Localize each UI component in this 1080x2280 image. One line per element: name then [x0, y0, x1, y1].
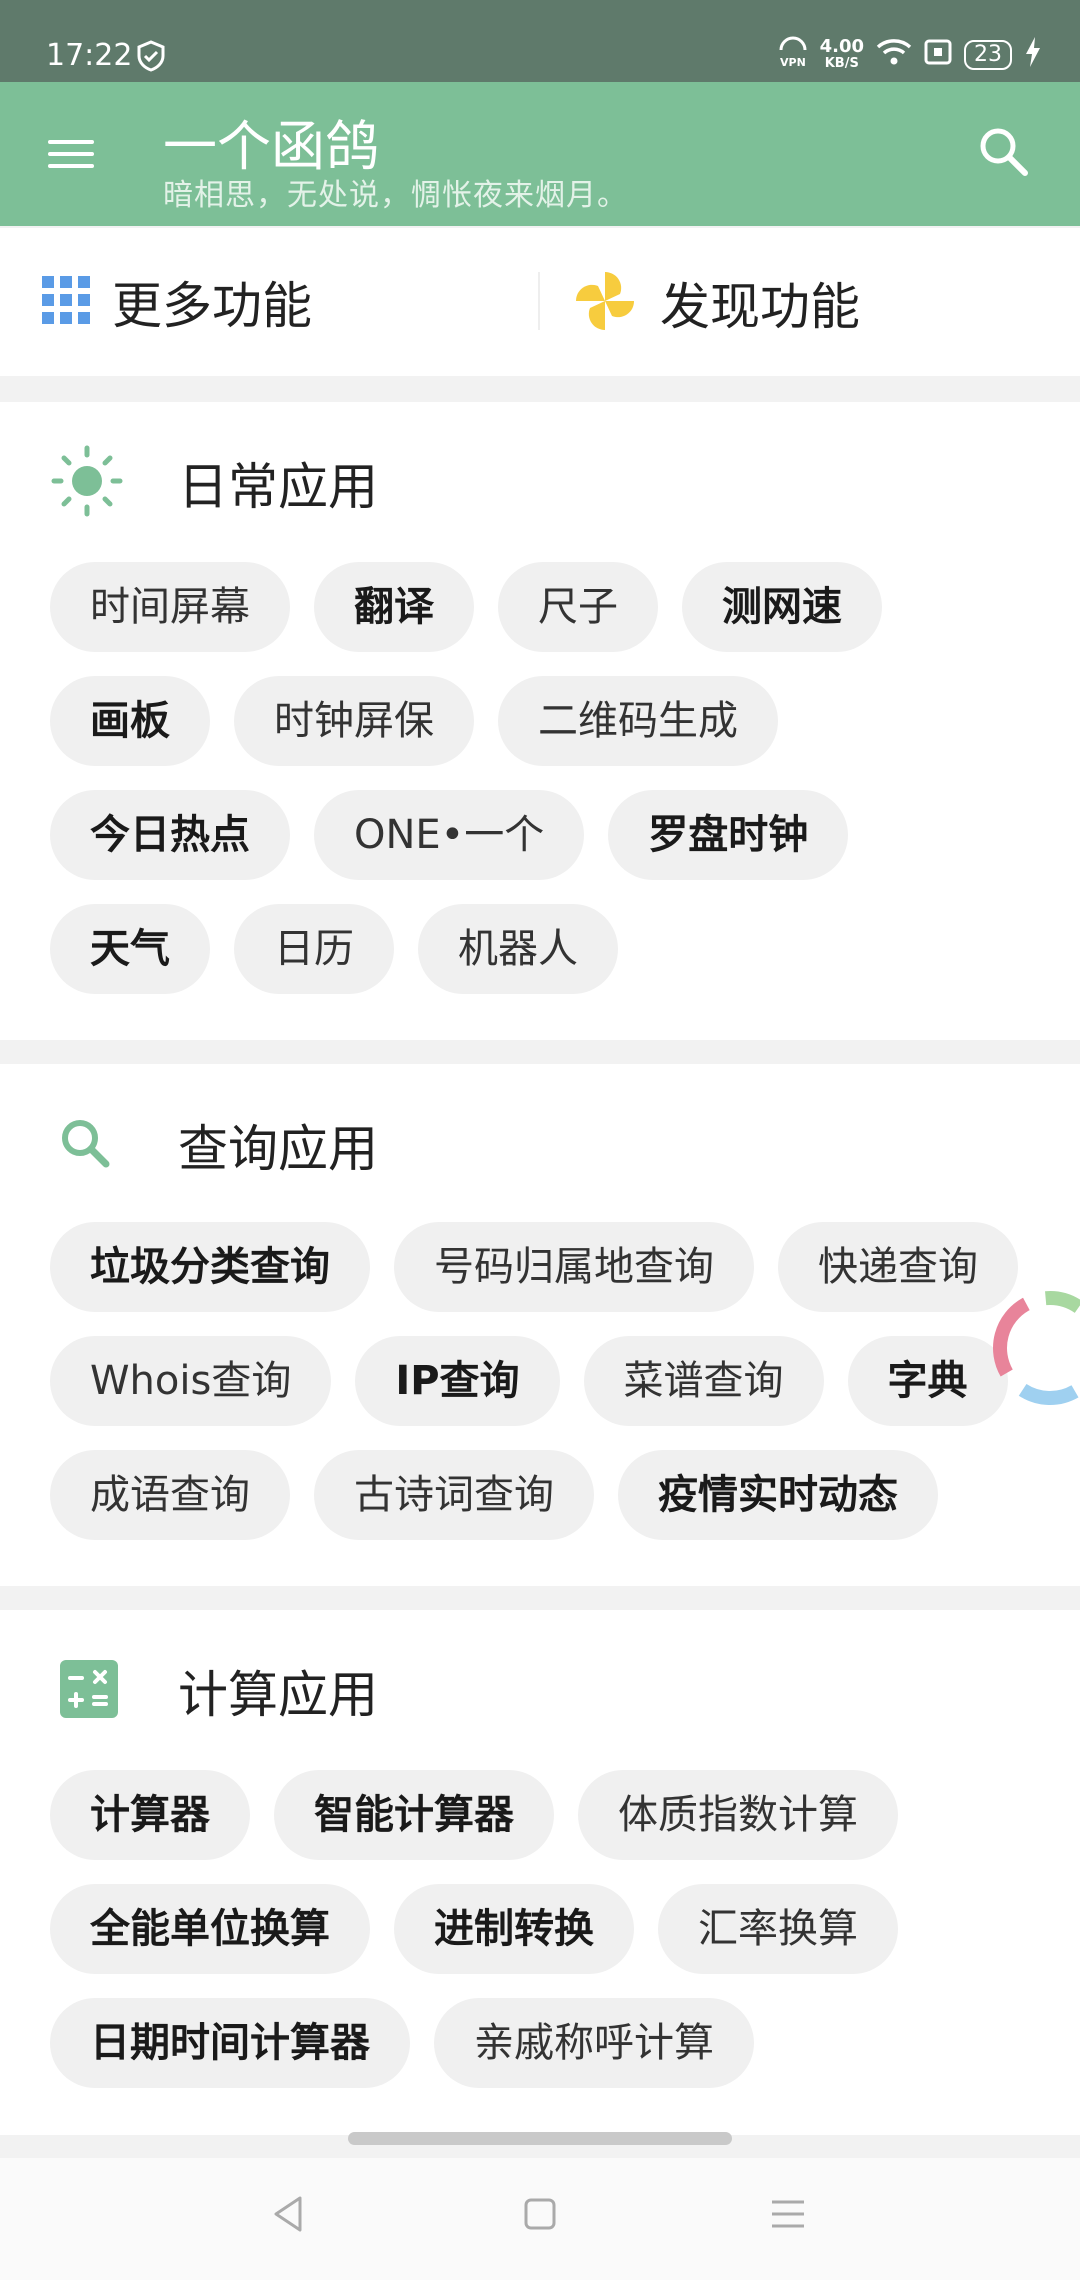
home-icon[interactable] [522, 2194, 558, 2238]
app-chip[interactable]: 古诗词查询 [314, 1450, 594, 1540]
app-chip[interactable]: 二维码生成 [498, 676, 778, 766]
svg-text:VPN: VPN [780, 56, 806, 68]
app-subtitle: 暗相思，无处说，惆怅夜来烟月。 [163, 178, 628, 213]
status-bar: 17:22 VPN 4.00 KB/S 23 [0, 0, 1080, 82]
app-chip[interactable]: IP查询 [355, 1336, 560, 1426]
home-indicator [348, 2132, 732, 2145]
wifi-icon [876, 38, 912, 71]
chip-row: 成语查询 古诗词查询 疫情实时动态 [50, 1450, 1080, 1540]
sim-icon [924, 39, 952, 70]
menu-icon[interactable] [48, 136, 96, 172]
app-chip[interactable]: 进制转换 [394, 1884, 634, 1974]
app-chip[interactable]: 体质指数计算 [578, 1770, 898, 1860]
chip-list: 时间屏幕 翻译 尺子 测网速 画板 时钟屏保 二维码生成 今日热点 ONE•一个 罗盘时钟 天气 日历… [50, 562, 1080, 1018]
app-chip[interactable]: 智能计算器 [274, 1770, 554, 1860]
chip-row: 全能单位换算 进制转换 汇率换算 [50, 1884, 1080, 1974]
more-functions-button[interactable]: 更多功能 [40, 266, 312, 338]
app-chip[interactable]: 成语查询 [50, 1450, 290, 1540]
daily-apps-section: 日常应用 时间屏幕 翻译 尺子 测网速 画板 时钟屏保 二维码生成 今日热点 ONE•一个 罗盘时… [0, 402, 1080, 1040]
divider [538, 272, 540, 330]
app-chip[interactable]: 日历 [234, 904, 394, 994]
calculator-icon [50, 1652, 124, 1730]
pinwheel-icon [570, 266, 640, 340]
section-header: 日常应用 [50, 444, 378, 522]
app-chip[interactable]: 全能单位换算 [50, 1884, 370, 1974]
app-chip[interactable]: 菜谱查询 [583, 1336, 824, 1426]
app-chip[interactable]: 机器人 [418, 904, 618, 994]
loading-spinner-icon [980, 1283, 1080, 1413]
section-header: 计算应用 [50, 1652, 378, 1730]
chip-row: 画板 时钟屏保 二维码生成 [50, 676, 1080, 766]
app-chip[interactable]: 垃圾分类查询 [50, 1222, 370, 1312]
section-title: 查询应用 [178, 1120, 378, 1178]
back-icon[interactable] [270, 2194, 306, 2238]
calc-apps-section: 计算应用 计算器 智能计算器 体质指数计算 全能单位换算 进制转换 汇率换算 日期时间计算器… [0, 1610, 1080, 2135]
app-chip[interactable]: 汇率换算 [658, 1884, 898, 1974]
section-title: 计算应用 [178, 1666, 378, 1724]
chip-list: 垃圾分类查询 号码归属地查询 快递查询 Whois查询 IP查询 菜谱查询 字典 成语查询 古诗… [50, 1222, 1080, 1564]
app-chip[interactable]: 天气 [50, 904, 210, 994]
chip-row: 时间屏幕 翻译 尺子 测网速 [50, 562, 1080, 652]
sun-icon [50, 444, 124, 522]
system-nav-bar [0, 2158, 1080, 2280]
battery-level: 23 [964, 39, 1012, 70]
discover-functions-label: 发现功能 [660, 278, 860, 336]
network-speed: 4.00 KB/S [819, 35, 864, 72]
search-icon [50, 1106, 124, 1184]
speed-unit: KB/S [824, 55, 859, 71]
app-chip[interactable]: Whois查询 [50, 1336, 332, 1426]
app-bar: 一个函鸽 暗相思，无处说，惆怅夜来烟月。 [0, 82, 1080, 226]
section-title: 日常应用 [178, 458, 378, 516]
app-chip[interactable]: 亲戚称呼计算 [434, 1998, 754, 2088]
app-chip[interactable]: 时间屏幕 [50, 562, 290, 652]
app-chip[interactable]: 测网速 [682, 562, 882, 652]
app-chip[interactable]: 翻译 [314, 562, 474, 652]
top-shortcuts: 更多功能 发现功能 [0, 228, 1080, 376]
search-icon[interactable] [978, 126, 1030, 182]
discover-functions-button[interactable]: 发现功能 [570, 266, 860, 340]
app-chip[interactable]: 罗盘时钟 [608, 790, 849, 880]
app-chip[interactable]: 号码归属地查询 [394, 1222, 754, 1312]
chip-row: 垃圾分类查询 号码归属地查询 快递查询 [50, 1222, 1080, 1312]
chip-row: 今日热点 ONE•一个 罗盘时钟 [50, 790, 1080, 880]
speed-value: 4.00 [819, 35, 864, 57]
vpn-icon: VPN [778, 36, 808, 73]
app-chip[interactable]: 计算器 [50, 1770, 250, 1860]
more-functions-label: 更多功能 [112, 277, 312, 335]
app-chip[interactable]: 画板 [50, 676, 210, 766]
chip-row: 日期时间计算器 亲戚称呼计算 [50, 1998, 1080, 2088]
grid-icon [40, 274, 92, 330]
app-chip[interactable]: 尺子 [498, 562, 658, 652]
query-apps-section: 查询应用 垃圾分类查询 号码归属地查询 快递查询 Whois查询 IP查询 菜谱查询 字典成… [0, 1064, 1080, 1586]
chip-list: 计算器 智能计算器 体质指数计算 全能单位换算 进制转换 汇率换算 日期时间计算器 亲戚称呼计… [50, 1770, 1080, 2112]
chip-row: 计算器 智能计算器 体质指数计算 [50, 1770, 1080, 1860]
app-chip[interactable]: 时钟屏保 [234, 676, 474, 766]
chip-row: 天气 日历 机器人 [50, 904, 1080, 994]
app-chip[interactable]: 今日热点 [50, 790, 290, 880]
recents-icon[interactable] [770, 2194, 806, 2238]
charging-icon [1024, 37, 1042, 72]
section-header: 查询应用 [50, 1106, 378, 1184]
app-chip[interactable]: 疫情实时动态 [618, 1450, 938, 1540]
status-time: 17:22 [46, 38, 133, 73]
app-chip[interactable]: 日期时间计算器 [50, 1998, 410, 2088]
app-chip[interactable]: ONE•一个 [314, 790, 585, 880]
chip-row: Whois查询 IP查询 菜谱查询 字典 [50, 1336, 1080, 1426]
shield-icon [136, 40, 166, 76]
